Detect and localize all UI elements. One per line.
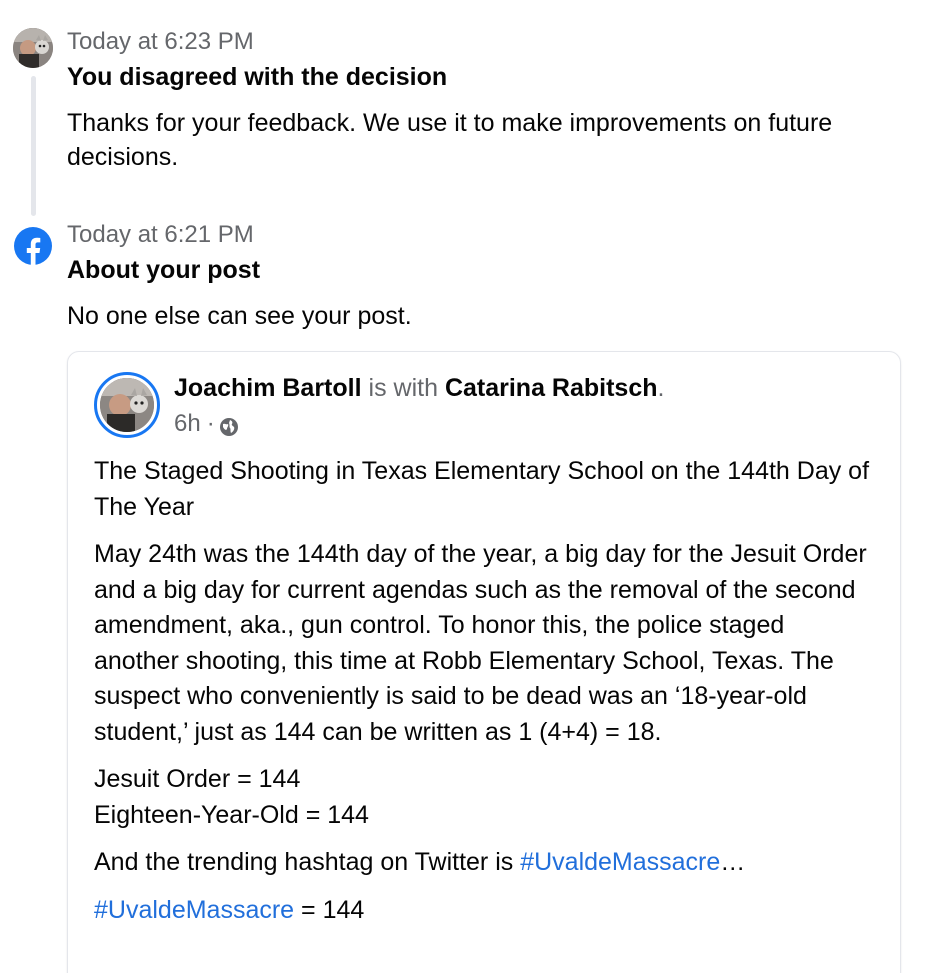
- hashtag-value: = 144: [294, 895, 365, 924]
- post-paragraph: #UvaldeMassacre = 144: [94, 893, 874, 929]
- post-line: Eighteen-Year-Old = 144: [94, 800, 369, 829]
- post-paragraph: May 24th was the 144th day of the year, …: [94, 540, 867, 746]
- avatar-photo-icon: [13, 28, 53, 68]
- avatar-photo-icon: [100, 378, 154, 432]
- entry-title: About your post: [67, 256, 261, 284]
- hashtag-link[interactable]: #UvaldeMassacre: [520, 848, 720, 876]
- entry-body: No one else can see your post.: [67, 302, 412, 330]
- entry-timestamp: Today at 6:23 PM: [67, 28, 254, 55]
- entry-title: You disagreed with the decision: [67, 63, 448, 91]
- notification-entry: Today at 6:23 PM You disagreed with the …: [67, 28, 910, 174]
- entry-timestamp: Today at 6:21 PM: [67, 221, 254, 248]
- post-paragraph: And the trending hashtag on Twitter is #…: [94, 845, 874, 881]
- trending-text: And the trending hashtag on Twitter is: [94, 848, 521, 876]
- tagged-person-name[interactable]: Catarina Rabitsch: [445, 374, 658, 402]
- post-header: Joachim Bartoll is with Catarina Rabitsc…: [174, 372, 664, 404]
- post-author-avatar[interactable]: [94, 372, 160, 438]
- post-paragraph: Jesuit Order = 144 Eighteen-Year-Old = 1…: [94, 762, 874, 833]
- notification-timeline: Today at 6:23 PM You disagreed with the …: [0, 0, 940, 973]
- post-meta: 6h ·: [174, 408, 239, 440]
- hashtag-link[interactable]: #UvaldeMassacre: [94, 896, 294, 924]
- notification-entry: Today at 6:21 PM About your post No one …: [67, 221, 910, 333]
- trending-ellipsis: …: [720, 848, 746, 876]
- header-period: .: [657, 374, 665, 402]
- entry-body: Thanks for your feedback. We use it to m…: [67, 109, 833, 171]
- post-line: Jesuit Order = 144: [94, 765, 301, 793]
- post-paragraph: The Staged Shooting in Texas Elementary …: [94, 457, 870, 521]
- timeline-connector: [31, 76, 36, 216]
- facebook-logo-icon: [13, 226, 53, 266]
- meta-separator: ·: [206, 410, 215, 437]
- post-author-name[interactable]: Joachim Bartoll: [174, 374, 362, 402]
- with-text: is with: [368, 374, 438, 402]
- post-time[interactable]: 6h: [174, 408, 201, 440]
- post-text: The Staged Shooting in Texas Elementary …: [94, 454, 874, 940]
- user-avatar[interactable]: [13, 28, 53, 68]
- post-preview-card: Joachim Bartoll is with Catarina Rabitsc…: [67, 351, 901, 973]
- globe-icon: [219, 414, 239, 436]
